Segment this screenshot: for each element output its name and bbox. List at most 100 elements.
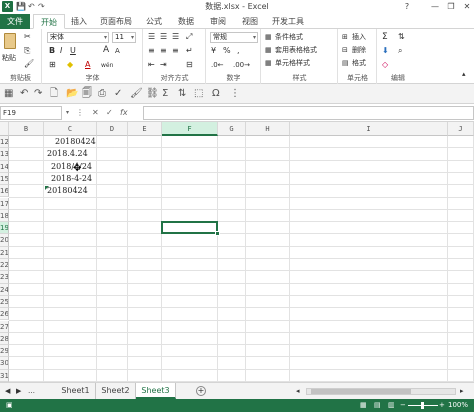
sheet-tab-sheet1[interactable]: Sheet1 — [56, 383, 96, 399]
align-right-icon[interactable]: ≡ — [172, 46, 179, 56]
wrap-text-icon[interactable]: ↵ — [186, 46, 193, 56]
bold-button[interactable]: B — [49, 46, 55, 56]
column-header-j[interactable]: J — [448, 122, 474, 136]
shrink-font-button[interactable]: A — [115, 46, 120, 56]
paste-icon[interactable] — [4, 33, 16, 49]
orientation-icon[interactable]: ⤢ — [186, 32, 192, 42]
font-size-combo[interactable]: 11 ▾ — [112, 32, 136, 43]
horizontal-scrollbar[interactable] — [306, 388, 456, 395]
sort-icon[interactable]: ⇅ — [178, 87, 186, 101]
fill-handle[interactable] — [215, 231, 220, 237]
align-top-icon[interactable]: ☰ — [148, 32, 155, 42]
tab-view[interactable]: 视图 — [236, 14, 264, 29]
fill-color-icon[interactable]: ◆ — [67, 60, 73, 70]
tab-formulas[interactable]: 公式 — [140, 14, 168, 29]
align-middle-icon[interactable]: ☰ — [160, 32, 167, 42]
format-painter-icon[interactable]: 🖌 — [130, 87, 143, 101]
enter-icon[interactable]: ✓ — [106, 107, 113, 119]
print-icon[interactable]: ⎙ — [98, 87, 106, 101]
collapse-ribbon-icon[interactable]: ▴ — [462, 69, 466, 79]
find-select-icon[interactable]: ⌕ — [398, 46, 402, 56]
macro-record-icon[interactable]: ▣ — [6, 399, 13, 412]
customize-toolbar-icon[interactable]: ⋮ — [230, 87, 240, 101]
tab-data[interactable]: 数据 — [172, 14, 200, 29]
format-painter-icon[interactable]: 🖌 — [24, 59, 34, 69]
align-bottom-icon[interactable]: ☰ — [172, 32, 179, 42]
column-header-g[interactable]: G — [218, 122, 246, 136]
row-header-26[interactable]: 26 — [0, 308, 9, 321]
phonetic-button[interactable]: wén — [101, 61, 113, 71]
row-header-30[interactable]: 30 — [0, 357, 9, 370]
delete-cells-button[interactable]: 删除 — [352, 45, 366, 55]
row-header-24[interactable]: 24 — [0, 283, 9, 296]
border-icon[interactable]: ⊞ — [49, 60, 56, 70]
row-header-12[interactable]: 12 — [0, 136, 9, 149]
increase-decimal-icon[interactable]: .0← — [211, 60, 224, 70]
tab-file[interactable]: 文件 — [0, 14, 30, 29]
align-center-icon[interactable]: ≡ — [160, 46, 167, 56]
font-name-combo[interactable]: 宋体 ▾ — [47, 32, 109, 43]
autosum-icon[interactable]: Σ — [382, 32, 388, 42]
name-box[interactable]: F19 — [0, 106, 62, 120]
cell-c12[interactable]: 20180424 — [55, 136, 96, 148]
decrease-decimal-icon[interactable]: .00→ — [233, 60, 250, 70]
page-break-view-icon[interactable]: ▥ — [388, 399, 395, 412]
print-preview-icon[interactable]: 🗐 — [82, 87, 92, 101]
error-indicator-icon[interactable] — [45, 186, 49, 191]
cut-icon[interactable]: ✂ — [24, 32, 31, 42]
normal-view-icon[interactable]: ▦ — [360, 399, 367, 412]
row-header-14[interactable]: 14 — [0, 160, 9, 173]
cell-c15[interactable]: 2018-4-24 — [51, 173, 92, 185]
merge-center-icon[interactable]: ⊟ — [186, 60, 193, 70]
row-header-29[interactable]: 29 — [0, 345, 9, 358]
zoom-slider-thumb[interactable] — [421, 402, 424, 409]
tab-developer[interactable]: 开发工具 — [268, 14, 308, 29]
column-header-f[interactable]: F — [162, 122, 218, 136]
row-header-28[interactable]: 28 — [0, 332, 9, 346]
tab-insert[interactable]: 插入 — [66, 14, 92, 29]
cell-styles-button[interactable]: 单元格样式 — [275, 58, 310, 68]
more-sheets-icon[interactable]: … — [28, 386, 35, 396]
hyperlink-icon[interactable]: ⛓ — [146, 87, 159, 101]
row-header-19[interactable]: 19 — [0, 222, 9, 235]
insert-function-icon[interactable]: fx — [120, 107, 128, 119]
italic-button[interactable]: I — [60, 46, 62, 56]
column-header-i[interactable]: I — [290, 122, 448, 136]
fill-icon[interactable]: ⬇ — [382, 46, 389, 56]
column-header-e[interactable]: E — [128, 122, 162, 136]
grow-font-button[interactable]: A — [103, 45, 109, 55]
row-header-13[interactable]: 13 — [0, 148, 9, 161]
new-file-icon[interactable]: 🗋 — [50, 87, 58, 101]
column-header-b[interactable]: B — [9, 122, 44, 136]
row-header-15[interactable]: 15 — [0, 172, 9, 186]
close-button[interactable]: ✕ — [460, 0, 474, 14]
column-header-h[interactable]: H — [246, 122, 290, 136]
horizontal-scrollbar-thumb[interactable] — [311, 389, 411, 394]
currency-icon[interactable]: ¥ — [211, 46, 216, 56]
sort-filter-icon[interactable]: ⇅ — [398, 32, 405, 42]
insert-shape-icon[interactable]: ⬚ — [194, 87, 203, 101]
decrease-indent-icon[interactable]: ⇤ — [148, 60, 155, 70]
row-header-20[interactable]: 20 — [0, 234, 9, 247]
paste-button[interactable]: 粘贴 — [2, 53, 16, 63]
minimize-button[interactable]: — — [428, 0, 442, 14]
autosum-icon[interactable]: Σ — [162, 87, 168, 101]
hscroll-right-icon[interactable]: ▸ — [460, 386, 464, 396]
tab-home[interactable]: 开始 — [33, 14, 65, 29]
active-cell-f19[interactable] — [161, 221, 218, 235]
redo-icon[interactable]: ↷ — [34, 87, 42, 101]
row-header-16[interactable]: 16 — [0, 185, 9, 198]
open-file-icon[interactable]: 📂 — [66, 87, 78, 101]
clear-icon[interactable]: ◇ — [382, 60, 388, 70]
cell-c14[interactable]: 2018/4/24 — [51, 161, 92, 173]
select-all-corner[interactable] — [0, 122, 9, 136]
scroll-right-icon[interactable]: ▶ — [16, 386, 21, 396]
increase-indent-icon[interactable]: ⇥ — [160, 60, 167, 70]
underline-button[interactable]: U — [70, 46, 76, 56]
column-header-d[interactable]: D — [97, 122, 128, 136]
row-header-22[interactable]: 22 — [0, 259, 9, 272]
scroll-left-icon[interactable]: ◀ — [5, 386, 10, 396]
row-header-27[interactable]: 27 — [0, 320, 9, 333]
comma-button[interactable]: , — [237, 46, 240, 56]
zoom-in-button[interactable]: + — [439, 399, 445, 412]
